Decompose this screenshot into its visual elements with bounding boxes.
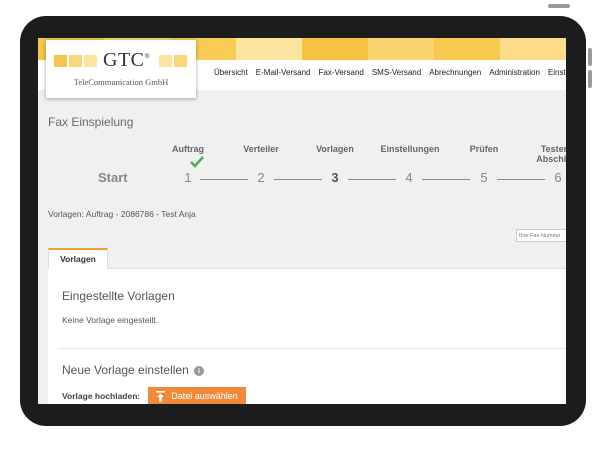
logo-name: GTC® [103, 49, 151, 71]
fax-number-input[interactable] [516, 229, 566, 242]
file-select-button-label: Datei auswählen [171, 391, 238, 401]
step-number-5[interactable]: 5 [474, 170, 494, 185]
neue-vorlage-title: Neue Vorlage einstellen [62, 363, 189, 377]
step-label-pruefen: Prüfen [469, 144, 499, 154]
step-connector [497, 179, 545, 180]
step-label-verteiler: Verteiler [243, 144, 279, 154]
step-number-4[interactable]: 4 [399, 170, 419, 185]
step-number-6[interactable]: 6 [548, 170, 566, 185]
wizard-start[interactable]: Start [98, 170, 128, 185]
tab-vorlagen[interactable]: Vorlagen [48, 248, 108, 270]
stripe-segment [500, 38, 566, 60]
info-icon[interactable]: i [194, 366, 204, 376]
step-number-1[interactable]: 1 [178, 170, 198, 185]
upload-icon [156, 390, 166, 402]
logo-squares-left [54, 55, 97, 67]
nav-item[interactable]: Einstel [548, 68, 566, 77]
nav-item[interactable]: E-Mail-Versand [256, 68, 311, 77]
step-connector [274, 179, 322, 180]
step-label-einstellungen: Einstellungen [380, 144, 440, 154]
nav-item[interactable]: Administration [489, 68, 540, 77]
file-select-button[interactable]: Datei auswählen [148, 387, 246, 404]
nav-item[interactable]: Abrechnungen [429, 68, 481, 77]
step-connector [200, 179, 248, 180]
stripe-segment [302, 38, 368, 60]
step-label-vorlagen: Vorlagen [316, 144, 354, 154]
nav-item[interactable]: Übersicht [214, 68, 248, 77]
stripe-segment [434, 38, 500, 60]
logo-subtitle: TeleCommunication GmbH [73, 77, 169, 87]
app-header: GTC® TeleCommunication GmbH Übersicht E-M… [38, 38, 566, 98]
section-divider [58, 348, 566, 349]
upload-label: Vorlage hochladen: [62, 391, 141, 401]
stripe-segment [236, 38, 302, 60]
checkmark-icon [190, 156, 204, 168]
main-nav: Übersicht E-Mail-Versand Fax-Versand SMS-Ve… [214, 68, 566, 77]
page-title: Fax Einspielung [48, 115, 134, 129]
logo-squares-right [159, 55, 187, 67]
nav-item[interactable]: Fax-Versand [318, 68, 363, 77]
step-label-auftrag: Auftrag [172, 144, 204, 154]
eingestellte-vorlagen-title: Eingestellte Vorlagen [62, 289, 175, 303]
stripe-segment [368, 38, 434, 60]
step-connector [422, 179, 470, 180]
tablet-volume-up [588, 48, 592, 66]
gtc-logo[interactable]: GTC® TeleCommunication GmbH [46, 40, 196, 98]
step-number-2[interactable]: 2 [251, 170, 271, 185]
vorlagen-info: Vorlagen: Auftrag - 2086786 - Test Anja [48, 209, 196, 219]
step-label-testen: TestenAbschlie [536, 144, 566, 164]
nav-item[interactable]: SMS-Versand [372, 68, 421, 77]
eingestellte-vorlagen-text: Keine Vorlage eingestellt. [62, 315, 158, 325]
tablet-power-button [548, 4, 570, 8]
tablet-volume-down [588, 70, 592, 88]
step-number-3[interactable]: 3 [325, 170, 345, 185]
step-connector [348, 179, 396, 180]
screen: GTC® TeleCommunication GmbH Übersicht E-M… [38, 38, 566, 404]
